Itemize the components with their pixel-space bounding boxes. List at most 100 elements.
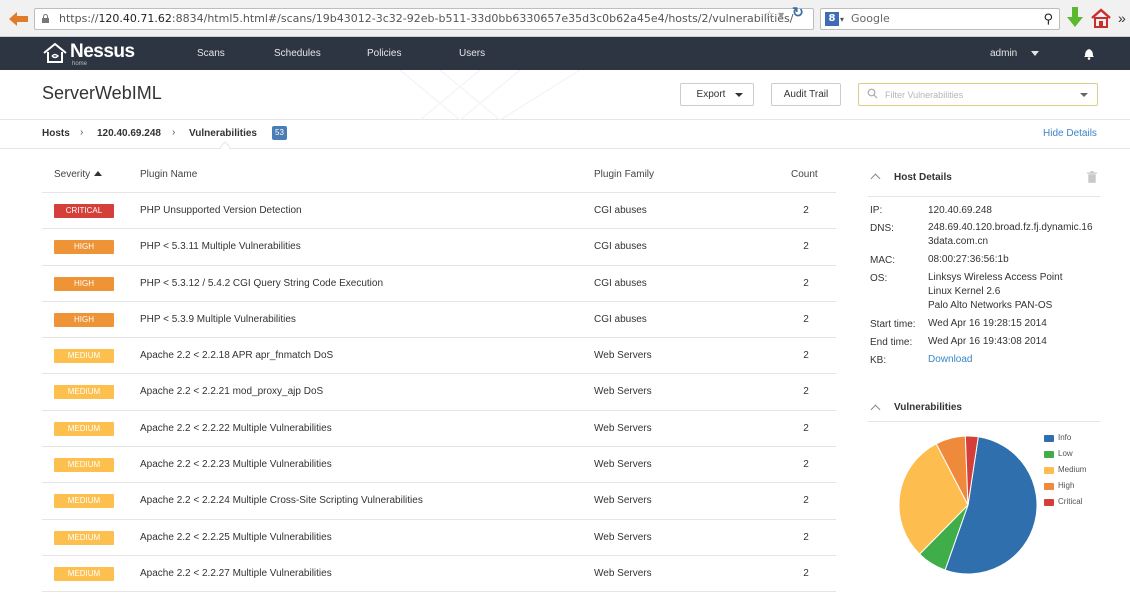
table-row[interactable]: MEDIUM Apache 2.2 < 2.2.23 Multiple Vulne…: [42, 447, 836, 484]
severity-badge: CRITICAL: [54, 204, 114, 218]
breadcrumb-separator-icon: ›: [80, 127, 84, 138]
plugin-name[interactable]: Apache 2.2 < 2.2.22 Multiple Vulnerabili…: [140, 423, 332, 434]
vulnerability-count-badge: 53: [272, 126, 287, 140]
severity-badge: MEDIUM: [54, 566, 114, 581]
user-menu[interactable]: admin: [990, 48, 1017, 59]
sort-ascending-icon: [94, 171, 103, 176]
table-row[interactable]: MEDIUM Apache 2.2 < 2.2.24 Multiple Cross…: [42, 483, 836, 520]
chevron-down-icon[interactable]: ▾: [840, 10, 844, 30]
table-row[interactable]: HIGH PHP < 5.3.9 Multiple Vulnerabilities…: [42, 302, 836, 339]
plugin-family: Web Servers: [594, 459, 652, 471]
logo-house-icon: [43, 42, 67, 63]
plugin-count: 2: [803, 205, 809, 216]
vulnerabilities-panel-title: Vulnerabilities: [894, 402, 962, 413]
reload-icon[interactable]: ↻: [792, 4, 804, 21]
background-pattern: [399, 70, 581, 120]
nav-policies[interactable]: Policies: [367, 48, 401, 59]
table-row[interactable]: CRITICAL PHP Unsupported Version Detectio…: [42, 193, 836, 230]
table-row[interactable]: HIGH PHP < 5.3.12 / 5.4.2 CGI Query Strin…: [42, 266, 836, 302]
column-plugin-family[interactable]: Plugin Family: [594, 169, 654, 180]
export-button[interactable]: Export: [680, 83, 754, 106]
severity-badge: MEDIUM: [54, 349, 114, 364]
host-details-header[interactable]: Host Details: [868, 157, 1100, 197]
page-header: ServerWebIML Export Audit Trail: [0, 70, 1130, 120]
host-mac-label: MAC:: [870, 255, 895, 266]
vulnerability-pie-chart[interactable]: [898, 435, 1038, 575]
audit-trail-button[interactable]: Audit Trail: [771, 83, 841, 106]
chevron-down-icon: [735, 93, 743, 97]
plugin-name[interactable]: Apache 2.2 < 2.2.23 Multiple Vulnerabili…: [140, 459, 332, 470]
legend-swatch: [1044, 451, 1054, 458]
column-count[interactable]: Count: [791, 169, 818, 180]
home-icon[interactable]: [1090, 7, 1112, 29]
breadcrumb-host-ip[interactable]: 120.40.69.248: [97, 128, 161, 139]
host-dns-label: DNS:: [870, 223, 894, 234]
plugin-name[interactable]: PHP < 5.3.12 / 5.4.2 CGI Query String Co…: [140, 278, 383, 289]
notification-bell-icon[interactable]: [1083, 47, 1095, 60]
plugin-count: 2: [803, 386, 809, 398]
menu-overflow-icon[interactable]: »: [1118, 10, 1126, 26]
legend-label: Critical: [1058, 497, 1083, 506]
url-path: :8834/html5.html#/scans/19b43012-3c32-92…: [171, 12, 794, 25]
chevron-up-icon[interactable]: [870, 173, 881, 184]
breadcrumb-vulnerabilities: Vulnerabilities: [189, 128, 257, 139]
filter-vulnerabilities-dropdown[interactable]: [858, 83, 1098, 106]
table-row[interactable]: MEDIUM Apache 2.2 < 2.2.25 Multiple Vulne…: [42, 520, 836, 556]
search-engine-icon[interactable]: 8: [825, 12, 839, 26]
breadcrumb-separator-icon: ›: [172, 127, 176, 138]
user-menu-caret-icon[interactable]: [1031, 51, 1039, 56]
legend-label: Medium: [1058, 465, 1087, 474]
plugin-count: 2: [803, 567, 809, 579]
active-tab-pointer: [219, 141, 231, 153]
plugin-count: 2: [803, 277, 809, 289]
chevron-up-icon[interactable]: [870, 404, 881, 415]
plugin-name[interactable]: Apache 2.2 < 2.2.27 Multiple Vulnerabili…: [140, 568, 332, 579]
table-row[interactable]: MEDIUM Apache 2.2 < 2.2.22 Multiple Vulne…: [42, 411, 836, 448]
table-row[interactable]: MEDIUM Apache 2.2 < 2.2.18 APR apr_fnmatc…: [42, 338, 836, 375]
column-severity[interactable]: Severity: [54, 169, 103, 180]
host-ip-label: IP:: [870, 205, 883, 216]
url-prefix: https://: [59, 12, 99, 25]
severity-badge: MEDIUM: [54, 494, 114, 509]
download-icon[interactable]: [1066, 6, 1084, 30]
trash-icon[interactable]: [1087, 171, 1097, 183]
back-arrow-icon[interactable]: [8, 10, 30, 28]
nav-scans[interactable]: Scans: [197, 48, 225, 59]
kb-download-link[interactable]: Download: [928, 354, 972, 366]
filter-input[interactable]: [885, 87, 1065, 103]
nav-schedules[interactable]: Schedules: [274, 48, 321, 59]
vulnerabilities-panel-header[interactable]: Vulnerabilities: [868, 394, 1100, 422]
plugin-family: CGI abuses: [594, 277, 647, 289]
hide-details-link[interactable]: Hide Details: [1043, 128, 1097, 139]
browser-toolbar: https://120.40.71.62:8834/html5.html#/sc…: [0, 0, 1130, 37]
table-row[interactable]: MEDIUM Apache 2.2 < 2.2.27 Multiple Vulne…: [42, 556, 836, 593]
breadcrumb: Hosts › 120.40.69.248 › Vulnerabilities …: [0, 120, 1130, 153]
legend-label: Info: [1058, 433, 1072, 442]
logo-subtext: home: [72, 61, 88, 67]
table-row[interactable]: HIGH PHP < 5.3.11 Multiple Vulnerabilitie…: [42, 229, 836, 266]
legend-swatch: [1044, 467, 1054, 474]
plugin-name[interactable]: Apache 2.2 < 2.2.21 mod_proxy_ajp DoS: [140, 386, 323, 397]
host-os-value-line3: Palo Alto Networks PAN-OS: [928, 300, 1053, 311]
plugin-name[interactable]: Apache 2.2 < 2.2.18 APR apr_fnmatch DoS: [140, 350, 333, 361]
browser-search-input[interactable]: 8 ▾ Google ⚲: [820, 8, 1060, 30]
address-bar[interactable]: https://120.40.71.62:8834/html5.html#/sc…: [34, 8, 814, 30]
severity-badge: MEDIUM: [54, 421, 114, 436]
table-body: CRITICAL PHP Unsupported Version Detectio…: [42, 193, 836, 593]
severity-badge: MEDIUM: [54, 458, 114, 473]
legend-swatch: [1044, 499, 1054, 506]
plugin-name[interactable]: PHP < 5.3.11 Multiple Vulnerabilities: [140, 241, 301, 252]
table-row[interactable]: MEDIUM Apache 2.2 < 2.2.21 mod_proxy_ajp …: [42, 374, 836, 411]
breadcrumb-hosts[interactable]: Hosts: [42, 128, 70, 139]
plugin-name[interactable]: Apache 2.2 < 2.2.24 Multiple Cross-Site …: [140, 495, 423, 506]
column-plugin-name[interactable]: Plugin Name: [140, 169, 197, 180]
plugin-name[interactable]: PHP Unsupported Version Detection: [140, 205, 302, 216]
search-icon[interactable]: ⚲: [1043, 10, 1053, 30]
plugin-name[interactable]: PHP < 5.3.9 Multiple Vulnerabilities: [140, 314, 296, 325]
nav-users[interactable]: Users: [459, 48, 485, 59]
column-severity-label: Severity: [54, 169, 91, 180]
plugin-name[interactable]: Apache 2.2 < 2.2.25 Multiple Vulnerabili…: [140, 532, 332, 543]
bookmark-star-icon[interactable]: ☆ ▾: [764, 8, 784, 22]
plugin-count: 2: [803, 459, 809, 471]
chevron-down-icon[interactable]: [1080, 93, 1088, 97]
